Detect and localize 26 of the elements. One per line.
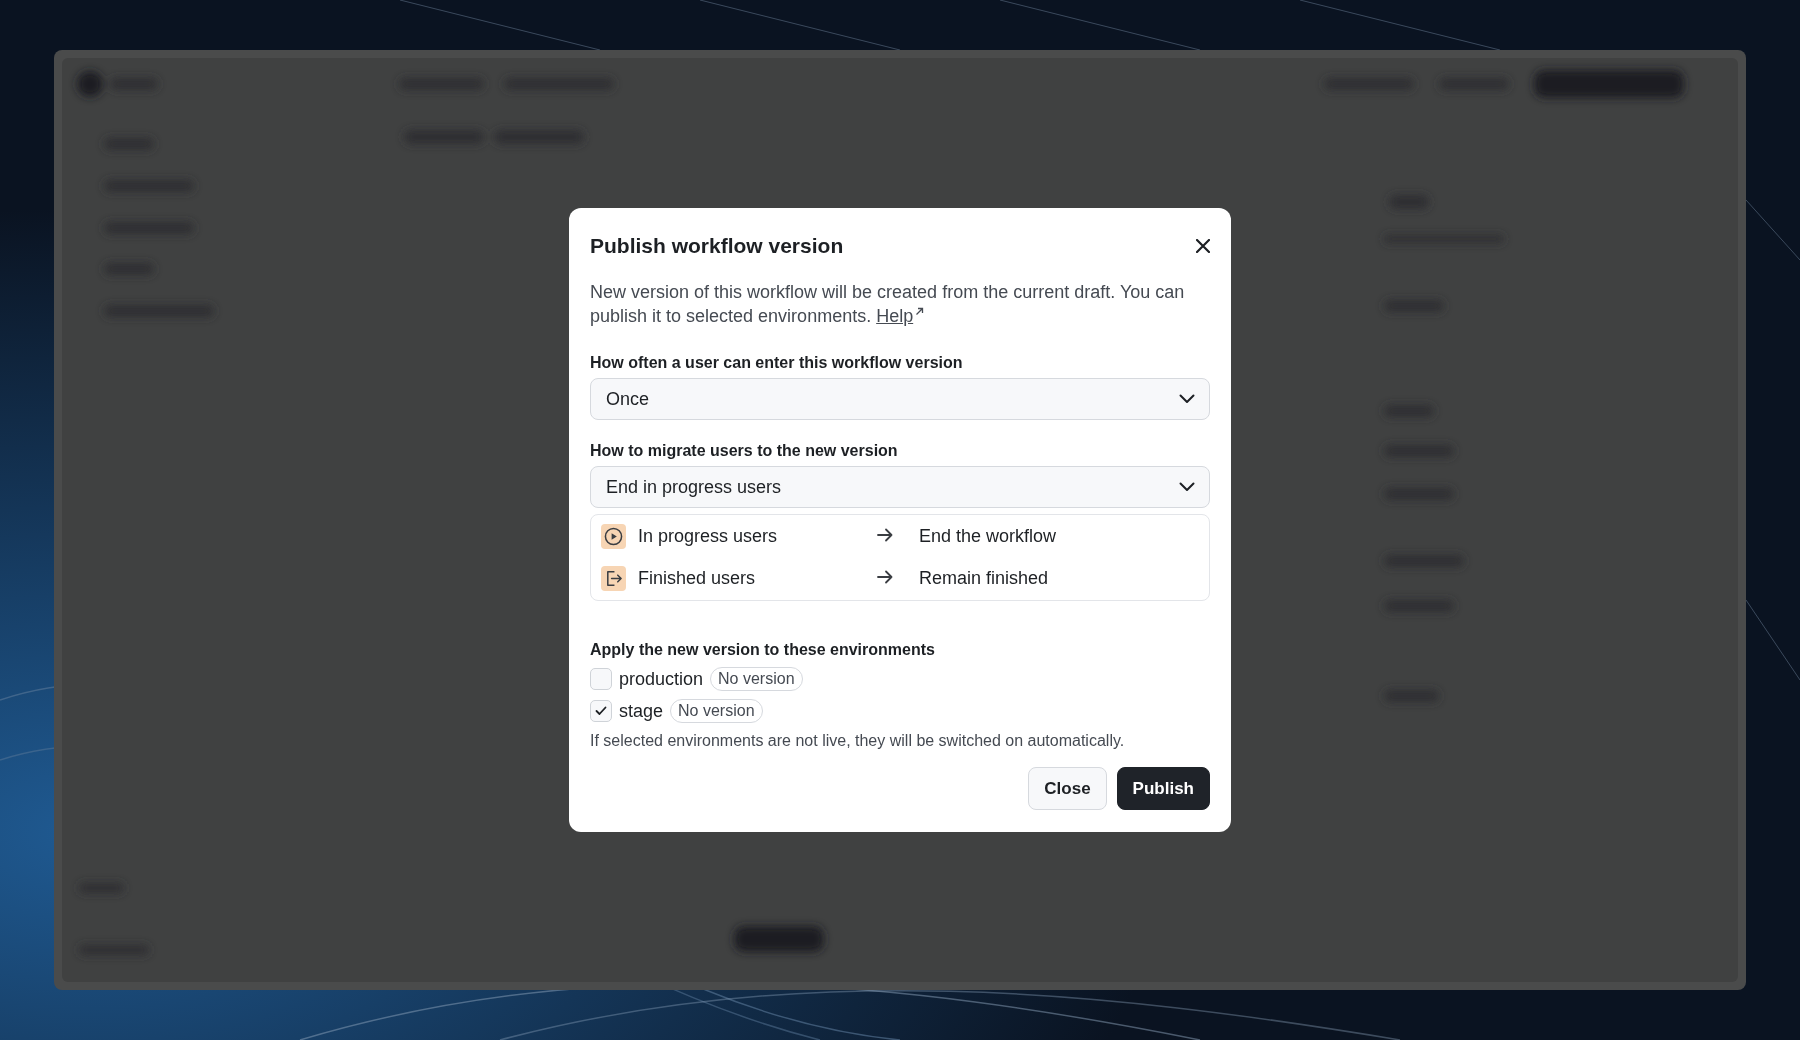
migration-result: Remain finished <box>918 568 1050 589</box>
check-icon <box>595 706 607 716</box>
chevron-down-icon <box>1179 482 1195 492</box>
select-field[interactable]: End in progress users <box>590 466 1210 508</box>
environment-name: production <box>619 668 704 690</box>
publish-button[interactable]: Publish <box>1116 767 1210 810</box>
dialog-title: Publish workflow version <box>590 234 844 258</box>
field-label: How to migrate users to the new version <box>590 442 899 460</box>
user-group-label: Finished users <box>637 568 757 589</box>
checkbox[interactable] <box>590 700 612 722</box>
arrow-right-icon <box>877 528 893 542</box>
migration-result: End the workflow <box>918 526 1058 547</box>
checkbox[interactable] <box>590 668 612 690</box>
hint-text: If selected environments are not live, they will be switched on automatically. <box>590 732 1126 750</box>
section-label: Apply the new version to these environments <box>590 641 936 659</box>
dialog-description: New version of this workflow will be created from the current draft. You can publish it to selected environments. Help <box>590 281 1186 328</box>
select-field[interactable]: Once <box>590 378 1210 420</box>
user-group-label: In progress users <box>637 526 779 547</box>
environment-name: stage <box>619 700 664 722</box>
external-link-icon <box>915 307 925 316</box>
chevron-down-icon <box>1179 394 1195 404</box>
help-link[interactable]: Help <box>876 306 925 326</box>
arrow-right-icon <box>877 570 893 584</box>
field-label: How often a user can enter this workflow version <box>590 354 964 372</box>
close-button[interactable]: Close <box>1028 767 1107 810</box>
close-icon[interactable] <box>1196 239 1210 253</box>
